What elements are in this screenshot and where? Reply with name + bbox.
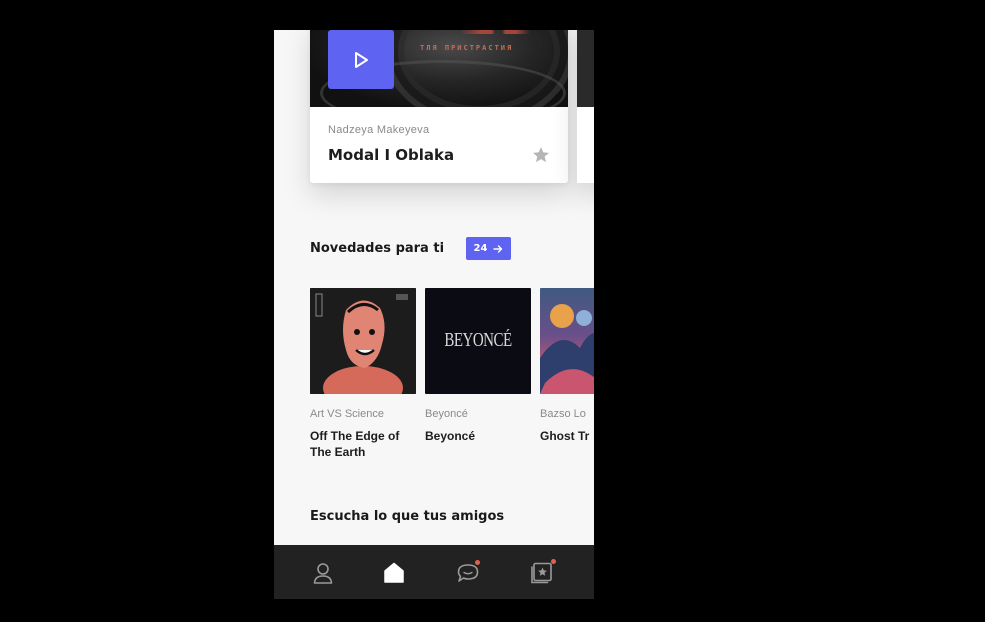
play-button[interactable] [328, 30, 394, 89]
app-screen: ТЛЯ ПРИСТРАСТИЯ Nadzeya Makeyeva Modal I… [274, 30, 594, 599]
cover-text: ТЛЯ ПРИСТРАСТИЯ [420, 44, 514, 52]
album-art-illustration [310, 288, 416, 394]
home-icon [384, 562, 404, 583]
favorites-icon [531, 562, 552, 584]
album-cover [310, 288, 416, 394]
album-artist: Beyoncé [425, 408, 468, 420]
album-item[interactable]: BEYONCÉ Beyoncé Beyoncé [425, 288, 531, 444]
featured-title: Modal I Oblaka [328, 146, 455, 164]
album-cover: BEYONCÉ [425, 288, 531, 394]
profile-icon [313, 563, 333, 584]
nav-home[interactable] [381, 560, 407, 586]
favorites-notification-dot [551, 559, 556, 564]
album-item[interactable]: Bazso Lo Ghost Tr [540, 288, 594, 444]
star-icon[interactable] [531, 145, 551, 165]
album-title: Off The Edge of The Earth [310, 429, 400, 459]
play-icon [355, 51, 368, 68]
arrow-right-icon [493, 244, 503, 253]
bottom-nav [274, 545, 594, 599]
nav-profile[interactable] [310, 560, 336, 586]
next-featured-cover [577, 30, 594, 107]
album-cover-text: BEYONCÉ [444, 329, 512, 351]
featured-artist: Nadzeya Makeyeva [328, 124, 430, 136]
new-count-button[interactable]: 24 [466, 237, 511, 260]
featured-album-cover: ТЛЯ ПРИСТРАСТИЯ [310, 30, 568, 107]
album-artist: Bazso Lo [540, 408, 586, 420]
nav-favorites[interactable] [529, 559, 556, 586]
album-artist: Art VS Science [310, 408, 384, 420]
section-title-friends: Escucha lo que tus amigos [310, 509, 505, 524]
album-art-illustration [540, 304, 594, 394]
album-cover [540, 288, 594, 394]
featured-album-card[interactable]: ТЛЯ ПРИСТРАСТИЯ Nadzeya Makeyeva Modal I… [310, 30, 568, 183]
album-title: Ghost Tr [540, 429, 590, 443]
nav-chat[interactable] [455, 560, 481, 586]
chat-notification-dot [475, 560, 480, 565]
new-count: 24 [473, 243, 488, 254]
album-title: Beyoncé [425, 429, 476, 443]
next-featured-card[interactable] [577, 30, 594, 183]
section-title-new: Novedades para ti [310, 241, 445, 256]
album-item[interactable]: Art VS Science Off The Edge of The Earth [310, 288, 416, 460]
